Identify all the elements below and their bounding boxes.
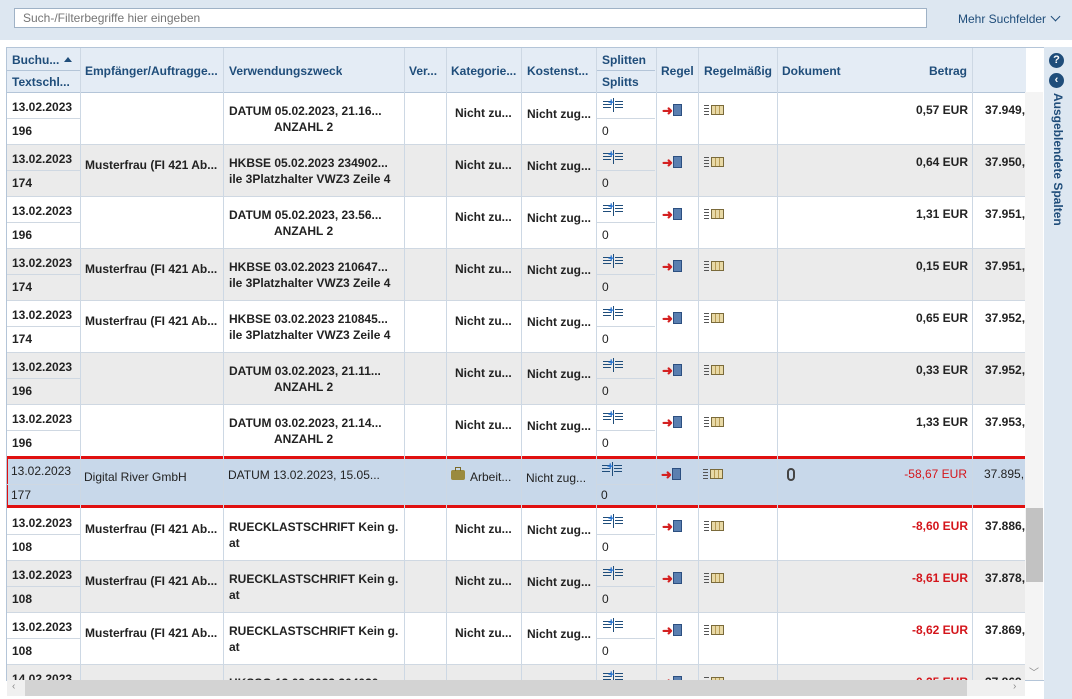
balance: 37.895, [984,467,1024,481]
help-icon[interactable]: ? [1049,53,1064,68]
vertical-scrollbar-thumb[interactable] [1026,508,1043,582]
toolbar: Mehr Suchfelder [0,0,1072,40]
scroll-right-icon[interactable]: › [1013,681,1016,692]
balance: 37.878, [985,571,1025,585]
balance: 37.950, [985,155,1025,169]
transactions-table: Buchu... Textschl... Empfänger/Auftragge… [6,47,1046,681]
horizontal-scrollbar-thumb[interactable] [25,680,967,696]
chevron-down-icon [1050,11,1061,22]
balance: 37.953, [985,415,1025,429]
balance: 37.951, [985,207,1025,221]
scroll-down-icon[interactable]: ﹀ [1029,664,1039,679]
balance: 37.952, [985,311,1025,325]
collapse-icon[interactable]: ‹ [1049,73,1064,88]
vertical-scrollbar[interactable] [1025,92,1043,680]
search-input[interactable] [14,8,927,28]
more-search-fields-button[interactable]: Mehr Suchfelder [958,11,1061,26]
balance: 37.886, [985,519,1025,533]
scroll-left-icon[interactable]: ‹ [12,681,15,692]
hidden-columns-toggle[interactable]: Ausgeblendete Spalten [1049,93,1065,226]
balance: 37.952, [985,363,1025,377]
more-search-fields-label: Mehr Suchfelder [958,12,1047,26]
balance: 37.869, [985,623,1025,637]
balance: 37.949, [985,103,1025,117]
balance: 37.951, [985,259,1025,273]
